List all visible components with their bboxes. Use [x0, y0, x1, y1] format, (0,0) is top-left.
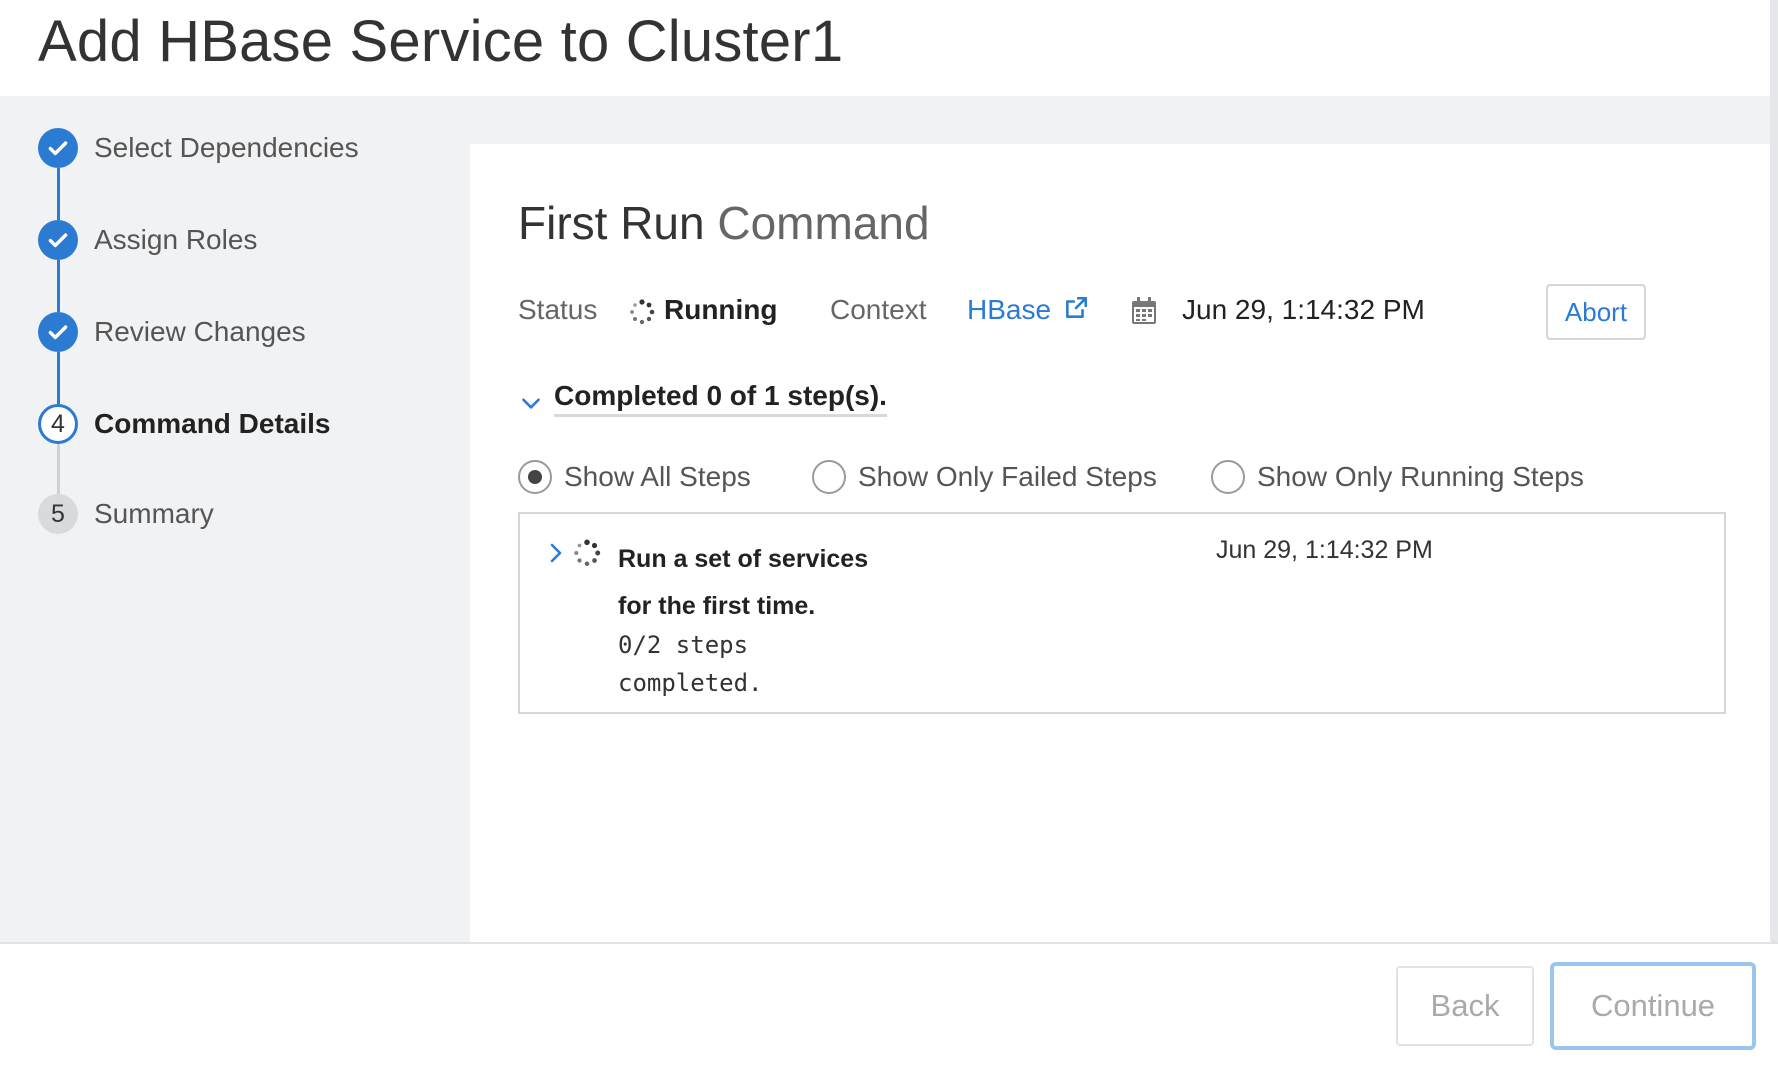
step-number: 4 — [38, 404, 78, 444]
filter-failed-steps[interactable]: Show Only Failed Steps — [812, 454, 1157, 500]
step-row-progress: 0/2 steps completed. — [618, 631, 763, 697]
filter-all-steps[interactable]: Show All Steps — [518, 454, 751, 500]
step-number: 5 — [38, 494, 78, 534]
scrollbar[interactable] — [1770, 0, 1778, 942]
filter-label: Show All Steps — [564, 461, 751, 492]
context-link-text: HBase — [967, 294, 1052, 325]
spinner-icon — [572, 538, 602, 568]
command-timestamp: Jun 29, 1:14:32 PM — [1182, 294, 1425, 325]
spinner-icon — [628, 298, 656, 331]
step-row-title: Run a set of services for the first time… — [618, 545, 869, 620]
radio-unchecked-icon — [1211, 460, 1245, 494]
wizard-step-select-dependencies[interactable]: Select Dependencies — [38, 126, 359, 170]
check-icon — [38, 220, 78, 260]
abort-button[interactable]: Abort — [1546, 284, 1646, 340]
steps-summary-text: Completed 0 of 1 step(s). — [554, 380, 887, 417]
wizard-step-label: Assign Roles — [94, 224, 258, 255]
step-connector — [57, 168, 60, 220]
context-link[interactable]: HBase — [967, 294, 1089, 328]
status-label: Status — [518, 294, 598, 325]
command-details-panel: First Run Command Status Running Context… — [470, 144, 1778, 942]
filter-running-steps[interactable]: Show Only Running Steps — [1211, 454, 1584, 500]
wizard-step-summary: 5 Summary — [38, 492, 214, 536]
step-connector — [57, 260, 60, 312]
command-title: First Run Command — [518, 196, 930, 250]
wizard-step-assign-roles[interactable]: Assign Roles — [38, 218, 257, 262]
filter-label: Show Only Failed Steps — [858, 461, 1157, 492]
wizard-step-label: Summary — [94, 498, 214, 529]
command-title-suffix: Command — [717, 197, 930, 249]
command-meta: Status Running Context HBase Jun 29, 1:1… — [518, 284, 1718, 340]
continue-button[interactable]: Continue — [1550, 962, 1756, 1050]
context-label: Context — [830, 294, 927, 325]
step-connector — [57, 352, 60, 404]
chevron-right-icon[interactable] — [546, 538, 566, 568]
wizard-sidebar: Select Dependencies Assign Roles Review … — [0, 96, 470, 942]
check-icon — [38, 312, 78, 352]
steps-summary-toggle[interactable]: Completed 0 of 1 step(s). — [518, 380, 887, 417]
dialog-title: Add HBase Service to Cluster1 — [38, 9, 844, 74]
chevron-down-icon — [518, 390, 544, 416]
filter-label: Show Only Running Steps — [1257, 461, 1584, 492]
wizard-step-label: Review Changes — [94, 316, 306, 347]
command-title-prefix: First Run — [518, 197, 705, 249]
wizard-step-label: Command Details — [94, 408, 331, 439]
calendar-icon — [1130, 296, 1158, 331]
external-link-icon — [1063, 295, 1089, 328]
dialog-header: Add HBase Service to Cluster1 — [0, 0, 1778, 96]
wizard-step-command-details: 4 Command Details — [38, 402, 331, 446]
wizard-footer: Back Continue — [0, 942, 1778, 1066]
step-row-time: Jun 29, 1:14:32 PM — [1216, 536, 1433, 564]
back-button[interactable]: Back — [1396, 966, 1534, 1046]
radio-checked-icon — [518, 460, 552, 494]
steps-table: Run a set of services for the first time… — [518, 512, 1726, 714]
wizard-step-label: Select Dependencies — [94, 132, 359, 163]
status-value: Running — [664, 294, 778, 325]
check-icon — [38, 128, 78, 168]
step-filter-group: Show All Steps Show Only Failed Steps Sh… — [518, 454, 1718, 500]
radio-unchecked-icon — [812, 460, 846, 494]
wizard-step-review-changes[interactable]: Review Changes — [38, 310, 306, 354]
step-connector — [57, 444, 60, 494]
